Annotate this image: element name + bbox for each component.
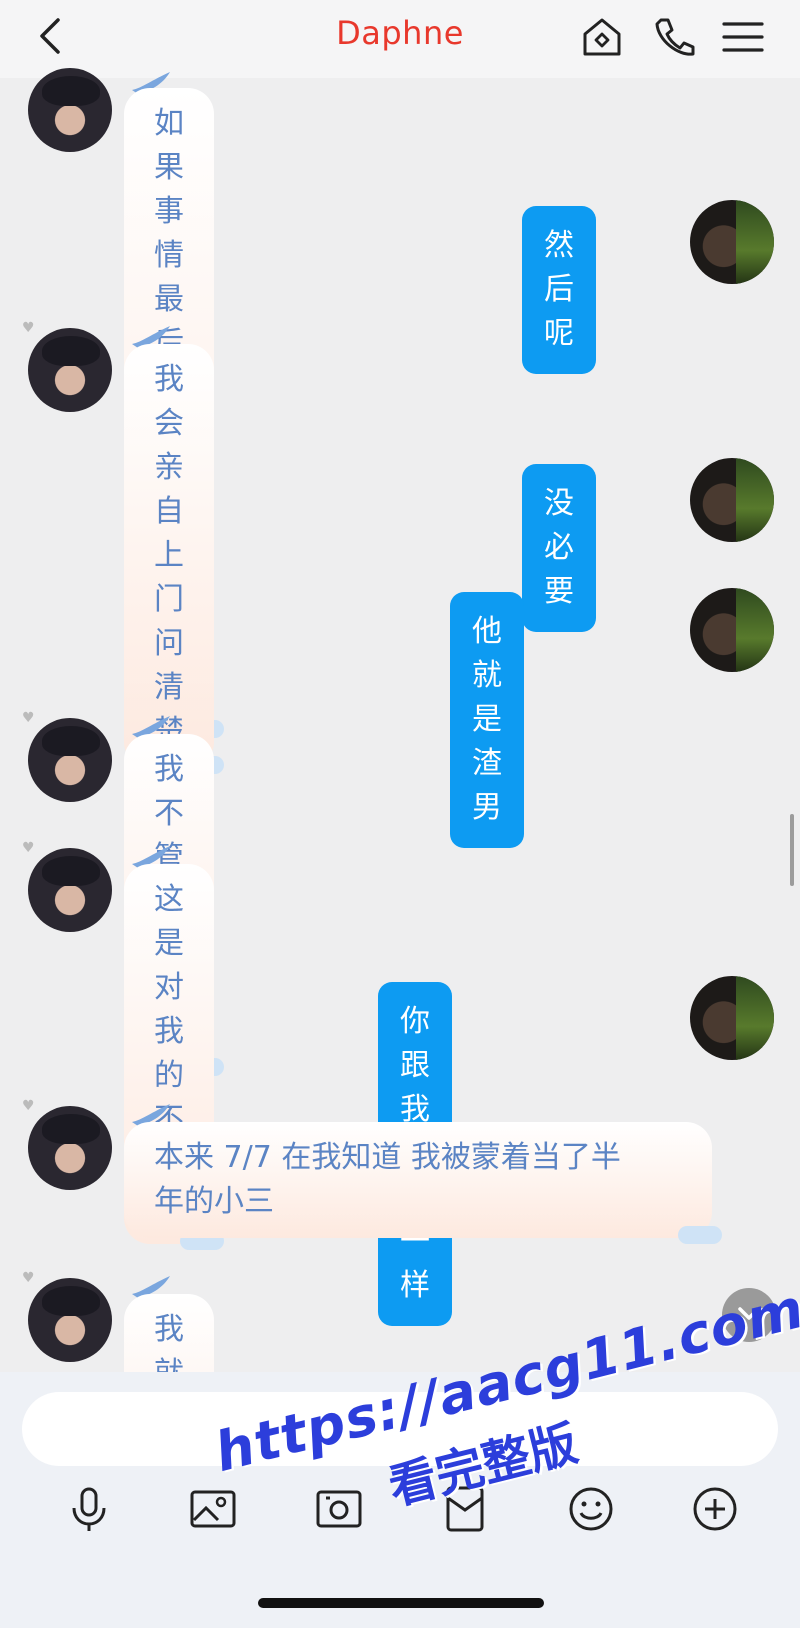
heart-icon: ♥ — [22, 840, 35, 856]
message-input[interactable] — [22, 1392, 778, 1466]
my-avatar[interactable] — [690, 200, 774, 284]
message-text: 本来 7/7 在我知道 我被蒙着当了半 — [154, 1140, 621, 1175]
message-text: 我会亲自上门问清楚 — [154, 362, 184, 749]
message-bubble[interactable]: 我会亲自上门问清楚 — [124, 344, 224, 774]
scroll-to-bottom-button[interactable] — [722, 1288, 776, 1342]
my-avatar[interactable] — [690, 976, 774, 1060]
friend-avatar[interactable] — [28, 1278, 112, 1362]
menu-icon — [722, 22, 764, 52]
message-bubble[interactable]: 没必要 — [522, 464, 596, 632]
red-packet-button[interactable] — [440, 1484, 490, 1534]
my-avatar[interactable] — [690, 458, 774, 542]
message-bubble[interactable]: 他就是渣男 — [450, 592, 524, 848]
friend-avatar[interactable] — [28, 1106, 112, 1190]
friend-avatar[interactable] — [28, 718, 112, 802]
phone-icon — [655, 18, 695, 56]
message-bubble[interactable]: 本来 7/7 在我知道 我被蒙着当了半 年的小三 — [124, 1122, 722, 1244]
message-text: 然后呢 — [544, 228, 574, 351]
microphone-icon — [72, 1487, 106, 1531]
heart-icon: ♥ — [22, 320, 35, 336]
call-button[interactable] — [648, 12, 698, 62]
emoji-button[interactable] — [566, 1484, 616, 1534]
camera-icon — [316, 1490, 362, 1528]
friend-avatar[interactable] — [28, 328, 112, 412]
heart-icon: ♥ — [22, 1270, 35, 1286]
more-button[interactable] — [690, 1484, 740, 1534]
friend-avatar[interactable] — [28, 68, 112, 152]
message-bubble[interactable]: 然后呢 — [522, 206, 596, 374]
heart-icon: ♥ — [22, 710, 35, 726]
message-text: 年的小三 — [154, 1184, 274, 1219]
home-button[interactable] — [577, 12, 627, 62]
photo-button[interactable] — [188, 1484, 238, 1534]
home-icon — [583, 18, 621, 56]
my-avatar[interactable] — [690, 588, 774, 672]
red-packet-icon — [446, 1486, 484, 1532]
image-icon — [190, 1490, 236, 1528]
heart-icon: ♥ — [22, 1098, 35, 1114]
chevron-down-icon — [738, 1307, 760, 1320]
friend-avatar[interactable] — [28, 848, 112, 932]
menu-button[interactable] — [718, 12, 768, 62]
chat-header: Daphne — [0, 0, 800, 78]
plus-icon — [693, 1487, 737, 1531]
emoji-icon — [569, 1487, 613, 1531]
home-indicator — [258, 1598, 544, 1608]
scrollbar[interactable] — [790, 814, 794, 886]
camera-button[interactable] — [314, 1484, 364, 1534]
input-bar — [0, 1372, 800, 1628]
message-text: 他就是渣男 — [472, 614, 502, 825]
voice-button[interactable] — [64, 1484, 114, 1534]
message-text: 没必要 — [544, 486, 574, 609]
